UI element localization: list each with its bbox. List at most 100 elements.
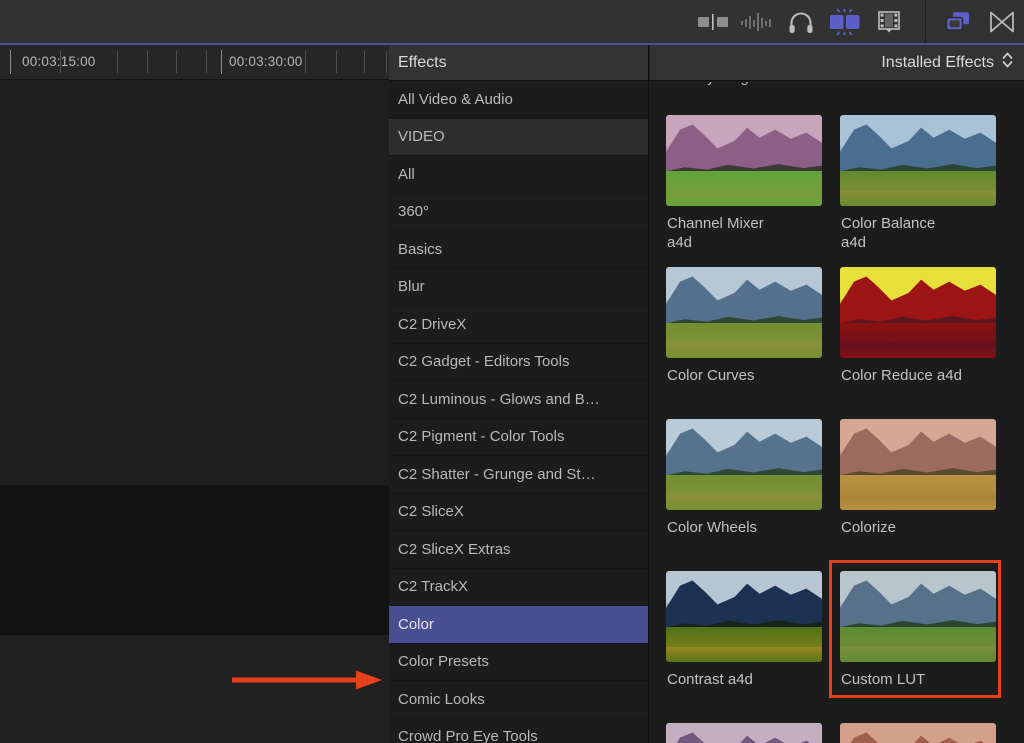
video-animation-icon[interactable] [691, 7, 735, 37]
thumb-foreground [666, 495, 822, 510]
sidebar-item-label: C2 Shatter - Grunge and St… [398, 465, 596, 483]
sidebar-item-c2-luminous-glows-and-b[interactable]: C2 Luminous - Glows and B… [389, 381, 648, 419]
sidebar-item-c2-pigment-color-tools[interactable]: C2 Pigment - Color Tools [389, 419, 648, 456]
clipped-row-above: Beauty Plug [650, 82, 1024, 94]
thumb-foreground [840, 495, 996, 510]
effect-tile[interactable] [840, 723, 1012, 743]
effect-thumbnail[interactable] [840, 571, 996, 662]
sidebar-item-label: Crowd Pro Eye Tools [398, 728, 538, 743]
sidebar-item-all-video-audio[interactable]: All Video & Audio [389, 81, 648, 119]
timeline-ruler[interactable]: 00:03:15:00 00:03:30:00 [0, 45, 389, 80]
page-title: Effects [398, 53, 447, 71]
effect-tile[interactable]: Color Curves [666, 267, 838, 385]
sidebar-item-label: All [398, 165, 415, 183]
timeline-panel[interactable]: 00:03:15:00 00:03:30:00 [0, 45, 389, 743]
sidebar-item-c2-drivex[interactable]: C2 DriveX [389, 306, 648, 344]
sidebar-item-comic-looks[interactable]: Comic Looks [389, 681, 648, 719]
sidebar-item-c2-gadget-editors-tools[interactable]: C2 Gadget - Editors Tools [389, 344, 648, 381]
effects-browser-icon[interactable] [936, 7, 980, 37]
effects-grid[interactable]: Beauty Plug Channel Mixer a4d Color Balan… [650, 82, 1024, 743]
sidebar-item-label: Blur [398, 278, 425, 296]
effect-thumbnail[interactable] [666, 571, 822, 662]
sidebar-item-color[interactable]: Color [389, 606, 648, 644]
sidebar-item-label: C2 Gadget - Editors Tools [398, 353, 570, 371]
sidebar-item-label: Basics [398, 240, 443, 258]
ruler-tick [364, 51, 365, 73]
thumb-foreground [666, 647, 822, 662]
ruler-tick [147, 51, 148, 73]
sidebar-item-video[interactable]: VIDEO [389, 118, 648, 156]
sidebar-item-360[interactable]: 360° [389, 194, 648, 231]
effect-thumbnail[interactable] [666, 723, 822, 743]
effect-thumbnail[interactable] [666, 419, 822, 510]
thumb-foreground [666, 343, 822, 358]
sidebar-item-label: VIDEO [398, 128, 445, 146]
clipped-label: Beauty Plug [668, 82, 749, 86]
toolbar-divider [925, 0, 926, 44]
effect-tile[interactable]: Contrast a4d [666, 571, 838, 689]
final-cut-pro-window: 00:03:15:00 00:03:30:00 Effects All Video… [0, 0, 1024, 743]
effects-category-sidebar[interactable]: Effects All Video & Audio VIDEO All 360° Bas… [389, 45, 649, 743]
sidebar-item-c2-trackx[interactable]: C2 TrackX [389, 569, 648, 606]
timecode-label: 00:03:30:00 [229, 54, 303, 69]
effect-thumbnail[interactable] [840, 419, 996, 510]
thumb-foreground [666, 191, 822, 206]
timecode-label: 00:03:15:00 [22, 54, 96, 69]
toolbar-center-group [691, 0, 911, 44]
effect-tile[interactable]: Colorize [840, 419, 1012, 537]
sidebar-item-label: C2 SliceX Extras [398, 540, 511, 558]
effect-thumbnail[interactable] [666, 267, 822, 358]
effect-label: Colorize [841, 519, 897, 536]
annotation-arrow-icon [232, 668, 382, 692]
sidebar-item-c2-slicex[interactable]: C2 SliceX [389, 494, 648, 531]
headphones-icon[interactable] [779, 7, 823, 37]
installed-effects-label: Installed Effects [881, 53, 994, 71]
chevron-up-down-icon[interactable] [1001, 51, 1014, 74]
sidebar-item-all[interactable]: All [389, 156, 648, 194]
sidebar-item-c2-shatter-grunge-and-st[interactable]: C2 Shatter - Grunge and St… [389, 456, 648, 494]
effect-tile[interactable]: Color Reduce a4d [840, 267, 1012, 385]
effect-label: Channel Mixer a4d [667, 215, 764, 251]
effect-tile[interactable]: Color Balance a4d [840, 115, 1012, 252]
effect-tile-selected[interactable]: Custom LUT [829, 560, 1001, 698]
effect-thumbnail[interactable] [840, 115, 996, 206]
sidebar-item-crowd-pro-eye-tools[interactable]: Crowd Pro Eye Tools [389, 719, 648, 743]
timeline-clip-band[interactable] [0, 485, 389, 635]
filmstrip-icon[interactable] [867, 7, 911, 37]
sidebar-item-color-presets[interactable]: Color Presets [389, 644, 648, 681]
effect-tile[interactable]: Channel Mixer a4d [666, 115, 838, 252]
sidebar-item-label: All Video & Audio [398, 90, 513, 108]
toolbar-right-group [936, 0, 1024, 44]
sidebar-item-label: Color Presets [398, 653, 489, 671]
effects-browser-panel[interactable]: Installed Effects Beauty Plug Channel Mi… [650, 45, 1024, 743]
thumb-foreground [840, 647, 996, 662]
sidebar-item-label: C2 DriveX [398, 315, 467, 333]
effects-sidebar-header: Effects [389, 45, 648, 81]
effect-label: Color Balance a4d [841, 215, 936, 251]
ruler-tick-major [10, 50, 11, 74]
transitions-icon[interactable] [823, 7, 867, 37]
sidebar-item-blur[interactable]: Blur [389, 269, 648, 306]
ruler-tick [305, 51, 306, 73]
effect-thumbnail[interactable] [840, 723, 996, 743]
ruler-tick [336, 51, 337, 73]
effect-tile[interactable]: Color Wheels [666, 419, 838, 537]
category-list[interactable]: All Video & Audio VIDEO All 360° Basics Blur C… [389, 81, 648, 743]
sidebar-item-label: 360° [398, 203, 430, 221]
sidebar-item-c2-slicex-extras[interactable]: C2 SliceX Extras [389, 531, 648, 569]
top-toolbar [0, 0, 1024, 45]
sidebar-item-basics[interactable]: Basics [389, 231, 648, 269]
audio-waveform-icon[interactable] [735, 7, 779, 37]
effect-thumbnail[interactable] [840, 267, 996, 358]
ruler-tick [386, 51, 387, 73]
effect-label: Color Wheels [667, 519, 758, 536]
effect-tile[interactable] [666, 723, 838, 743]
sidebar-item-label: Comic Looks [398, 690, 485, 708]
effect-thumbnail[interactable] [666, 115, 822, 206]
effect-label: Custom LUT [841, 671, 926, 688]
thumb-foreground [840, 191, 996, 206]
transition-browser-icon[interactable] [980, 7, 1024, 37]
timeline-tracks-area[interactable] [0, 80, 389, 743]
effects-browser-header[interactable]: Installed Effects [650, 45, 1024, 81]
ruler-tick [117, 51, 118, 73]
